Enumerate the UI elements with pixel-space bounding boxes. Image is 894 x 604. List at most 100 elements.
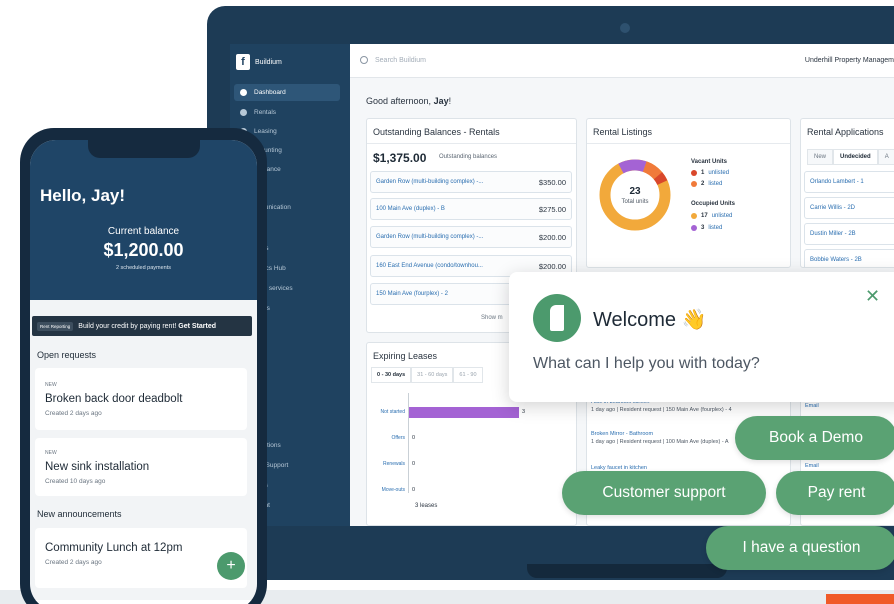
brand-name: Buildium [255,58,282,66]
lease-bar[interactable] [409,407,519,418]
greeting: Good afternoon, Jay! [366,96,452,106]
legend-item[interactable]: 1 unlisted [691,170,729,176]
tab-61-90-days[interactable]: 61 - 90 [453,367,483,383]
get-started-link[interactable]: Get Started [178,323,216,330]
tab-0-30-days[interactable]: 0 - 30 days [371,367,412,383]
expiring-tabs: 0 - 30 days 31 - 60 days 61 - 90 [371,367,483,383]
balance-row[interactable]: Garden Row (multi-building complex) -...… [370,171,572,193]
brand[interactable]: f Buildium [236,54,282,70]
balance-value: $1,200.00 [103,240,184,260]
legend-dot [691,181,697,187]
legend-item[interactable]: 2 listed [691,181,722,187]
card-title: Rental Applications [807,127,884,137]
laptop-hinge [527,564,727,578]
feed-item[interactable]: Email [805,463,819,469]
sidebar-item-dashboard[interactable]: Dashboard [234,84,340,101]
request-title: Broken back door deadbolt [45,393,183,405]
request-meta: Created 10 days ago [45,478,106,485]
tab-new[interactable]: New [807,149,834,165]
buildium-logo-icon: f [236,54,250,70]
welcome-subtitle: What can I help you with today? [533,355,760,372]
sidebar-item-rentals[interactable]: Rentals [234,104,340,121]
application-row[interactable]: Carrie Willis - 2D [804,197,894,219]
rental-listings-card: Rental Listings 23 Total units Vacant Un… [586,118,791,268]
close-icon[interactable]: ✕ [865,286,880,307]
vacant-heading: Vacant Units [691,159,728,165]
donut-total-value: 23 [629,186,641,197]
resident-app-screen: Hello, Jay! Current balance $1,200.00 2 … [30,140,257,604]
dashboard-icon [240,89,247,96]
search-input[interactable]: Search Buildium [375,57,426,64]
legend-dot [691,225,697,231]
waving-hand-icon: 👋 [681,309,707,331]
request-card[interactable]: NEW Broken back door deadbolt Created 2 … [35,368,247,430]
balance-label: Current balance [107,226,180,237]
bot-avatar-icon [533,294,581,342]
applications-tabs: New Undecided A [807,149,894,165]
company-name[interactable]: Underhill Property Managem [805,57,894,64]
listings-donut-chart: 23 Total units [599,159,671,231]
application-row[interactable]: Orlando Lambert - 1 [804,171,894,193]
topbar: Search Buildium Underhill Property Manag… [350,44,894,78]
scheduled-payments[interactable]: 2 scheduled payments [30,265,257,271]
announcement-title: Community Lunch at 12pm [45,542,183,554]
bar-value-label: 0 [412,435,416,441]
legend-item[interactable]: 17 unlisted [691,213,732,219]
marketing-composite: f Buildium Dashboard Rentals Leasing cco… [0,0,894,604]
book-demo-button[interactable]: Book a Demo [735,416,894,460]
chat-welcome-panel: Welcome 👋 What can I help you with today… [509,272,894,402]
rent-reporting-tag: Rent Reporting [37,321,74,331]
card-title: Rental Listings [593,127,653,137]
bar-category-label[interactable]: Renewals [369,461,405,467]
rent-reporting-banner[interactable]: Rent Reporting Build your credit by payi… [32,316,252,336]
application-row[interactable]: Dustin Miller - 2B [804,223,894,245]
outstanding-total-label: Outstanding balances [439,154,498,160]
legend-dot [691,170,697,176]
open-requests-heading: Open requests [37,350,97,360]
announcement-meta: Created 2 days ago [45,559,102,566]
legend-item[interactable]: 3 listed [691,225,722,231]
request-meta: Created 2 days ago [45,410,102,417]
request-title: New sink installation [45,461,150,473]
outstanding-total: $1,375.00 [373,151,427,165]
leases-total: 3 leases [415,503,438,509]
tab-undecided[interactable]: Undecided [833,149,878,165]
tab-31-60-days[interactable]: 31 - 60 days [411,367,454,383]
legend-dot [691,213,697,219]
divider [367,143,576,144]
feed-item[interactable]: Email [805,403,819,409]
hello-title: Hello, Jay! [40,186,126,205]
phone-notch [88,140,200,158]
feed-item[interactable]: Broken Mirror - Bathroom 1 day ago | Resi… [591,431,729,445]
accent-chip [826,594,894,604]
donut-total-label: Total units [621,199,648,205]
camera-dot [620,23,630,33]
question-button[interactable]: I have a question [706,526,894,570]
balance-row[interactable]: 100 Main Ave (duplex) - B $275.00 [370,198,572,220]
show-more-link[interactable]: Show m [481,315,503,321]
customer-support-button[interactable]: Customer support [562,471,766,515]
tab-approved[interactable]: A [877,149,894,165]
pay-rent-button[interactable]: Pay rent [776,471,894,515]
request-card[interactable]: NEW New sink installation Created 10 day… [35,438,247,496]
new-badge: NEW [45,382,57,388]
search-icon[interactable] [360,56,368,64]
bar-category-label[interactable]: Not started [369,409,405,415]
bar-value-label: 0 [412,487,416,493]
divider [587,143,790,144]
occupied-heading: Occupied Units [691,201,736,207]
bar-category-label[interactable]: Move-outs [369,487,405,493]
balance-header: Hello, Jay! Current balance $1,200.00 2 … [30,140,257,300]
balance-row[interactable]: Garden Row (multi-building complex) -...… [370,226,572,248]
card-title: Expiring Leases [373,351,438,361]
add-request-button[interactable]: + [217,552,245,580]
card-title: Outstanding Balances - Rentals [373,127,500,137]
rental-applications-card: Rental Applications New Undecided A Orla… [800,118,894,268]
bottom-nav [30,600,257,604]
announcements-heading: New announcements [37,509,122,519]
announcement-card[interactable]: Community Lunch at 12pm Created 2 days a… [35,528,247,588]
bar-category-label[interactable]: Offers [369,435,405,441]
bar-value-label: 0 [412,461,416,467]
rentals-icon [240,109,247,116]
application-row[interactable]: Bobbie Waters - 2B [804,249,894,267]
